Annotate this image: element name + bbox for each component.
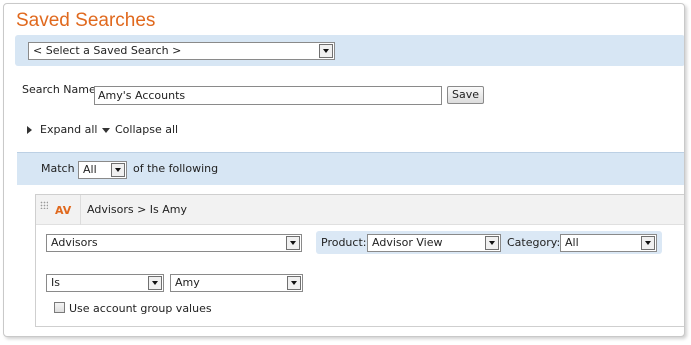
match-suffix-label: of the following	[133, 162, 219, 175]
category-select[interactable]: All	[560, 234, 657, 252]
saved-search-bar: < Select a Saved Search >	[15, 35, 684, 66]
save-button[interactable]: Save	[447, 86, 484, 104]
search-name-input[interactable]: Amy's Accounts	[94, 86, 442, 105]
match-select[interactable]: All	[78, 161, 127, 179]
collapse-all-link[interactable]: Collapse all	[115, 123, 178, 136]
header-divider	[80, 195, 81, 225]
operator-select-value: Is	[51, 276, 60, 289]
expand-arrow-icon	[27, 126, 32, 134]
use-account-group-checkbox[interactable]	[54, 302, 65, 313]
saved-search-select-value: < Select a Saved Search >	[33, 44, 182, 57]
category-select-value: All	[565, 236, 579, 249]
match-select-value: All	[83, 163, 97, 176]
use-account-group-label: Use account group values	[69, 302, 212, 315]
saved-search-select[interactable]: < Select a Saved Search >	[28, 42, 335, 60]
drag-handle-icon[interactable]	[40, 201, 48, 209]
rule-summary: Advisors > Is Amy	[87, 203, 188, 216]
expand-all-link[interactable]: Expand all	[40, 123, 98, 136]
product-label: Product:	[321, 236, 367, 249]
field-select[interactable]: Advisors	[46, 234, 302, 252]
product-select[interactable]: Advisor View	[367, 234, 501, 252]
chevron-down-icon[interactable]	[148, 276, 162, 290]
chevron-down-icon[interactable]	[287, 276, 301, 290]
value-select[interactable]: Amy	[170, 274, 303, 292]
saved-searches-panel: Saved Searches < Select a Saved Search >…	[3, 3, 685, 337]
collapse-arrow-icon	[102, 128, 110, 133]
rule-header[interactable]: AV Advisors > Is Amy	[36, 195, 684, 225]
chevron-down-icon[interactable]	[111, 163, 125, 177]
value-select-value: Amy	[175, 276, 200, 289]
category-label: Category:	[507, 236, 561, 249]
rule-badge: AV	[55, 204, 72, 217]
rule-card: AV Advisors > Is Amy Advisors Product: A…	[35, 194, 684, 327]
chevron-down-icon[interactable]	[485, 236, 499, 250]
match-label: Match	[41, 162, 75, 175]
chevron-down-icon[interactable]	[319, 44, 333, 58]
search-name-value: Amy's Accounts	[98, 89, 186, 102]
match-bar: Match All of the following	[17, 152, 684, 185]
chevron-down-icon[interactable]	[286, 236, 300, 250]
product-select-value: Advisor View	[372, 236, 443, 249]
product-category-bar: Product: Advisor View Category: All	[316, 231, 662, 254]
operator-select[interactable]: Is	[46, 274, 164, 292]
chevron-down-icon[interactable]	[641, 236, 655, 250]
field-select-value: Advisors	[51, 236, 98, 249]
page-title: Saved Searches	[16, 10, 156, 31]
search-name-label: Search Name	[22, 83, 96, 96]
